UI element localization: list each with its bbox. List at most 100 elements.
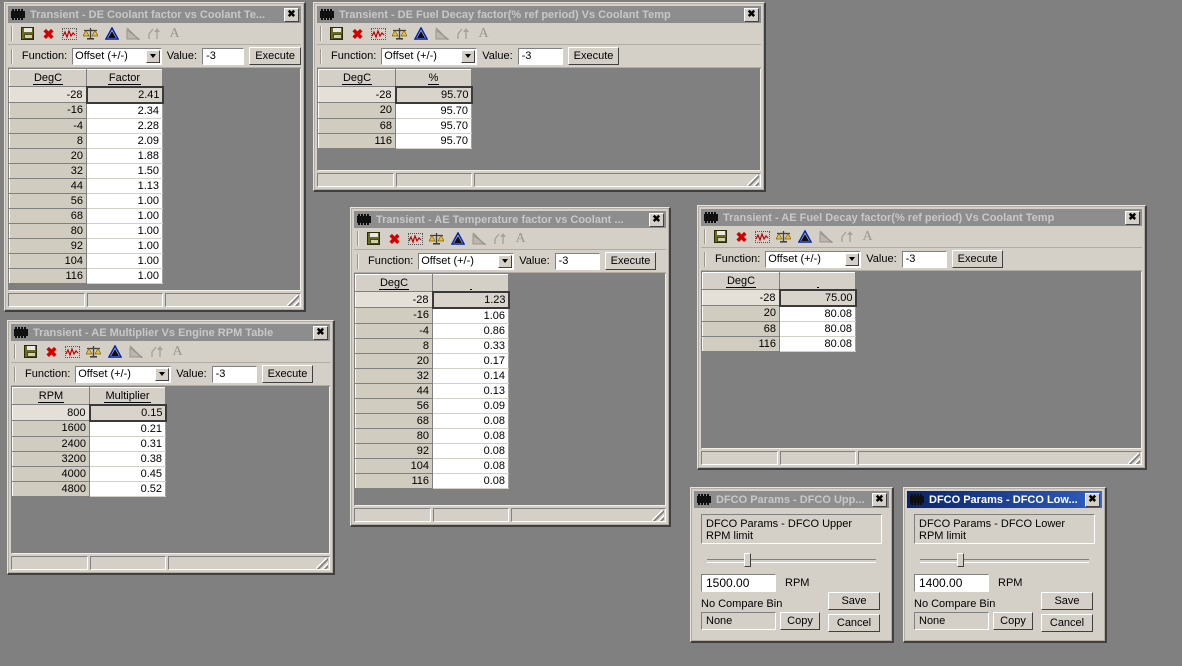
function-row[interactable]: Function: Offset (+/-) Value: -3 Execute xyxy=(317,45,761,68)
row-key[interactable]: 20 xyxy=(9,147,87,164)
table-row[interactable]: 32 1.50 xyxy=(9,162,163,179)
table-row[interactable]: 56 1.00 xyxy=(9,192,163,209)
compare-bin-value[interactable]: None xyxy=(914,612,989,630)
close-button[interactable]: ✖ xyxy=(313,325,328,340)
table-row[interactable]: -28 95.70 xyxy=(318,85,473,104)
row-key[interactable]: 80 xyxy=(9,222,87,239)
table[interactable]: DegC -28 75.00 20 80.08 68 80.08 116 80.08 xyxy=(702,272,857,352)
row-key[interactable]: -4 xyxy=(9,117,87,134)
value-input[interactable]: -3 xyxy=(202,47,245,65)
table-row[interactable]: -4 0.86 xyxy=(355,322,509,339)
copy-button[interactable]: Copy xyxy=(993,612,1033,630)
row-key[interactable]: 1600 xyxy=(12,420,90,437)
table-row[interactable]: 800 0.15 xyxy=(12,403,167,422)
close-button[interactable]: ✖ xyxy=(1085,492,1100,507)
table-row[interactable]: -28 1.23 xyxy=(355,290,510,309)
window-de-coolant-factor[interactable]: Transient - DE Coolant factor vs Coolant… xyxy=(4,2,306,312)
row-value[interactable]: 2.34 xyxy=(86,102,163,119)
delete-icon[interactable]: ✖ xyxy=(41,343,62,361)
row-key[interactable]: 20 xyxy=(318,102,396,119)
row-value[interactable]: 95.70 xyxy=(394,85,473,104)
function-select[interactable]: Offset (+/-) xyxy=(418,252,515,270)
dialog-dfco-upper[interactable]: DFCO Params - DFCO Upp... ✖ DFCO Params … xyxy=(690,487,894,643)
row-key[interactable]: 92 xyxy=(355,442,433,459)
histogram-icon[interactable] xyxy=(410,25,431,43)
toolbar[interactable]: ✖ A xyxy=(354,228,666,250)
column-header-key[interactable]: RPM xyxy=(12,387,90,405)
close-button[interactable]: ✖ xyxy=(649,212,664,227)
function-row[interactable]: Function: Offset (+/-) Value: -3 Execute xyxy=(354,250,666,273)
column-header-key[interactable]: DegC xyxy=(702,272,780,290)
titlebar[interactable]: DFCO Params - DFCO Upp... ✖ xyxy=(694,491,889,508)
column-header-value[interactable] xyxy=(432,274,509,292)
data-grid[interactable]: DegC Factor -28 2.41 -16 2.34 -4 2.28 8 2.09… xyxy=(8,68,301,291)
row-value[interactable]: 0.08 xyxy=(432,427,509,444)
slider-thumb[interactable] xyxy=(744,553,752,567)
column-header-value[interactable]: % xyxy=(395,69,472,87)
table-row[interactable]: 20 0.17 xyxy=(355,352,509,369)
row-key[interactable]: 80 xyxy=(355,427,433,444)
row-key[interactable]: 68 xyxy=(355,412,433,429)
chevron-down-icon[interactable] xyxy=(155,367,170,381)
rpm-value-input[interactable]: 1400.00 xyxy=(914,574,989,592)
row-value[interactable]: 1.06 xyxy=(432,307,509,324)
compare-icon[interactable] xyxy=(83,343,104,361)
toolbar[interactable]: ✖ A xyxy=(8,23,301,45)
save-icon[interactable] xyxy=(17,25,38,43)
save-button[interactable]: Save xyxy=(828,592,880,610)
delete-icon[interactable]: ✖ xyxy=(347,25,368,43)
row-key[interactable]: 68 xyxy=(318,117,396,134)
row-value[interactable]: 0.31 xyxy=(89,435,166,452)
table[interactable]: RPM Multiplier 800 0.15 1600 0.21 2400 0.31… xyxy=(12,387,167,497)
window-ae-temperature-factor[interactable]: Transient - AE Temperature factor vs Coo… xyxy=(350,207,671,527)
row-value[interactable]: 0.33 xyxy=(432,337,509,354)
row-value[interactable]: 1.00 xyxy=(86,252,163,269)
row-key[interactable]: 116 xyxy=(355,472,433,489)
graph-icon[interactable] xyxy=(59,25,80,43)
function-select[interactable]: Offset (+/-) xyxy=(381,47,478,65)
table-row[interactable]: 80 1.00 xyxy=(9,222,163,239)
row-value[interactable]: 1.00 xyxy=(86,237,163,254)
value-slider[interactable] xyxy=(920,553,1089,567)
row-value[interactable]: 0.08 xyxy=(432,442,509,459)
row-value[interactable]: 0.09 xyxy=(432,397,509,414)
row-value[interactable]: 0.13 xyxy=(432,382,509,399)
table-row[interactable]: 4800 0.52 xyxy=(12,480,166,497)
table-row[interactable]: 68 95.70 xyxy=(318,117,472,134)
table-row[interactable]: 116 1.00 xyxy=(9,267,163,284)
row-key[interactable]: 4000 xyxy=(12,465,90,482)
table-row[interactable]: 92 1.00 xyxy=(9,237,163,254)
close-button[interactable]: ✖ xyxy=(284,7,299,22)
toolbar[interactable]: ✖ A xyxy=(701,226,1142,248)
row-key[interactable]: 3200 xyxy=(12,450,90,467)
row-key[interactable]: 116 xyxy=(702,335,780,352)
execute-button[interactable]: Execute xyxy=(951,250,1004,268)
row-key[interactable]: -28 xyxy=(9,86,87,103)
function-select[interactable]: Offset (+/-) xyxy=(75,365,172,383)
graph-icon[interactable] xyxy=(368,25,389,43)
function-row[interactable]: Function: Offset (+/-) Value: -3 Execute xyxy=(11,363,330,386)
row-key[interactable]: -28 xyxy=(702,289,780,306)
row-value[interactable]: 2.09 xyxy=(86,132,163,149)
data-grid[interactable]: DegC -28 75.00 20 80.08 68 80.08 116 80.08 xyxy=(701,271,1142,449)
table-row[interactable]: 116 80.08 xyxy=(702,335,856,352)
close-button[interactable]: ✖ xyxy=(872,492,887,507)
table-row[interactable]: 68 80.08 xyxy=(702,320,856,337)
row-value[interactable]: 0.08 xyxy=(432,412,509,429)
dialog-dfco-lower[interactable]: DFCO Params - DFCO Low... ✖ DFCO Params … xyxy=(903,487,1107,643)
row-key[interactable]: 2400 xyxy=(12,435,90,452)
table-row[interactable]: 20 80.08 xyxy=(702,305,856,322)
save-icon[interactable] xyxy=(20,343,41,361)
row-key[interactable]: 32 xyxy=(355,367,433,384)
table-row[interactable]: 80 0.08 xyxy=(355,427,509,444)
row-value[interactable]: 0.21 xyxy=(89,420,166,437)
row-value[interactable]: 95.70 xyxy=(395,102,472,119)
value-slider[interactable] xyxy=(707,553,876,567)
titlebar[interactable]: Transient - DE Fuel Decay factor(% ref p… xyxy=(317,6,761,23)
compare-icon[interactable] xyxy=(426,230,447,248)
table-row[interactable]: 116 95.70 xyxy=(318,132,472,149)
row-value[interactable]: 0.08 xyxy=(432,457,509,474)
column-header-key[interactable]: DegC xyxy=(355,274,433,292)
compare-icon[interactable] xyxy=(389,25,410,43)
cancel-button[interactable]: Cancel xyxy=(828,614,880,632)
